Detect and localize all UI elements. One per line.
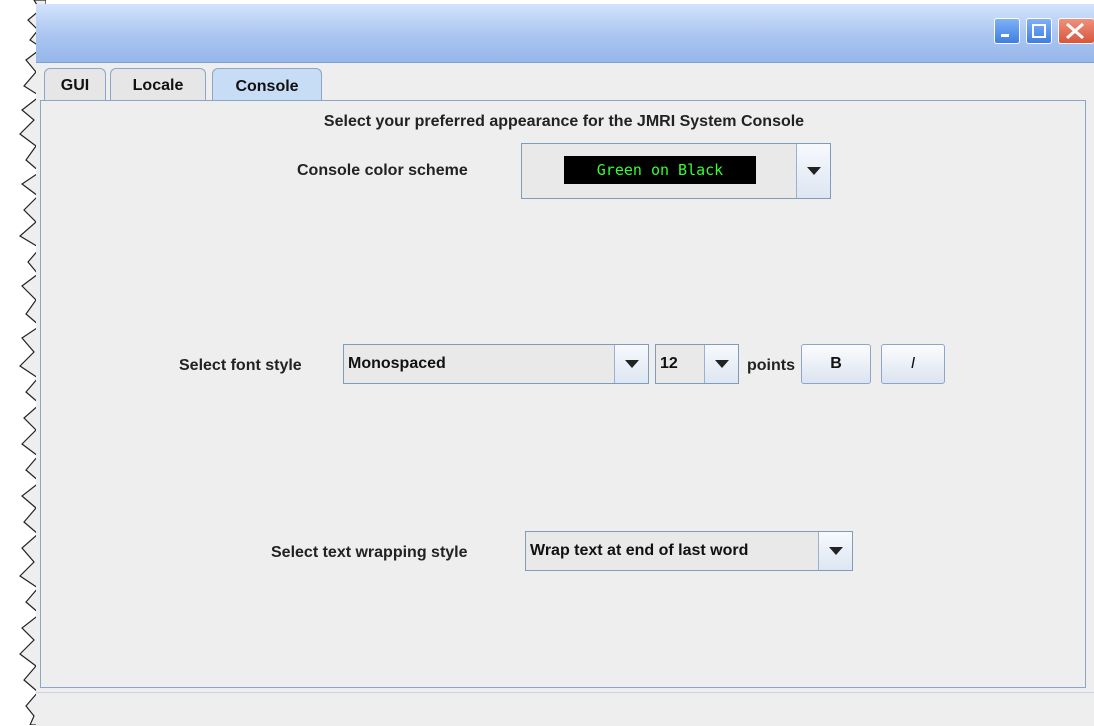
chevron-down-icon	[806, 167, 821, 175]
window-bottom-strip	[36, 692, 1094, 726]
console-panel: Select your preferred appearance for the…	[40, 100, 1086, 688]
panel-heading: Select your preferred appearance for the…	[323, 113, 805, 130]
points-label: points	[747, 357, 795, 374]
chevron-down-icon	[828, 547, 843, 555]
font-size-combo[interactable]: 12	[655, 344, 739, 384]
wrap-style-label: Select text wrapping style	[271, 544, 468, 561]
color-scheme-combo[interactable]: Green on Black	[521, 143, 831, 199]
font-size-dropdown-button[interactable]	[704, 345, 738, 383]
color-scheme-dropdown-button[interactable]	[796, 144, 830, 198]
maximize-icon	[1032, 24, 1046, 38]
preferences-window: GUI Locale Console Select your preferred…	[36, 4, 1094, 726]
wrap-style-combo[interactable]: Wrap text at end of last word	[525, 531, 853, 571]
font-style-value: Monospaced	[348, 355, 446, 372]
close-icon	[1066, 22, 1084, 40]
close-button[interactable]	[1058, 18, 1094, 44]
color-scheme-value: Green on Black	[564, 156, 756, 184]
maximize-button[interactable]	[1026, 18, 1052, 44]
tab-strip: GUI Locale Console	[36, 68, 1094, 104]
minimize-button[interactable]	[994, 18, 1020, 44]
bold-button[interactable]: B	[801, 344, 871, 384]
chevron-down-icon	[714, 360, 729, 368]
wrap-style-value: Wrap text at end of last word	[530, 542, 749, 559]
tab-locale[interactable]: Locale	[110, 68, 206, 102]
minimize-icon	[1001, 34, 1009, 37]
tab-console[interactable]: Console	[212, 68, 322, 104]
wrap-style-dropdown-button[interactable]	[818, 532, 852, 570]
italic-button[interactable]: I	[881, 344, 945, 384]
title-bar	[36, 4, 1094, 63]
font-style-dropdown-button[interactable]	[614, 345, 648, 383]
font-size-value: 12	[660, 355, 678, 372]
font-style-combo[interactable]: Monospaced	[343, 344, 649, 384]
chevron-down-icon	[624, 360, 639, 368]
tab-gui[interactable]: GUI	[44, 68, 106, 102]
font-style-label: Select font style	[179, 357, 302, 374]
color-scheme-label: Console color scheme	[297, 162, 468, 179]
